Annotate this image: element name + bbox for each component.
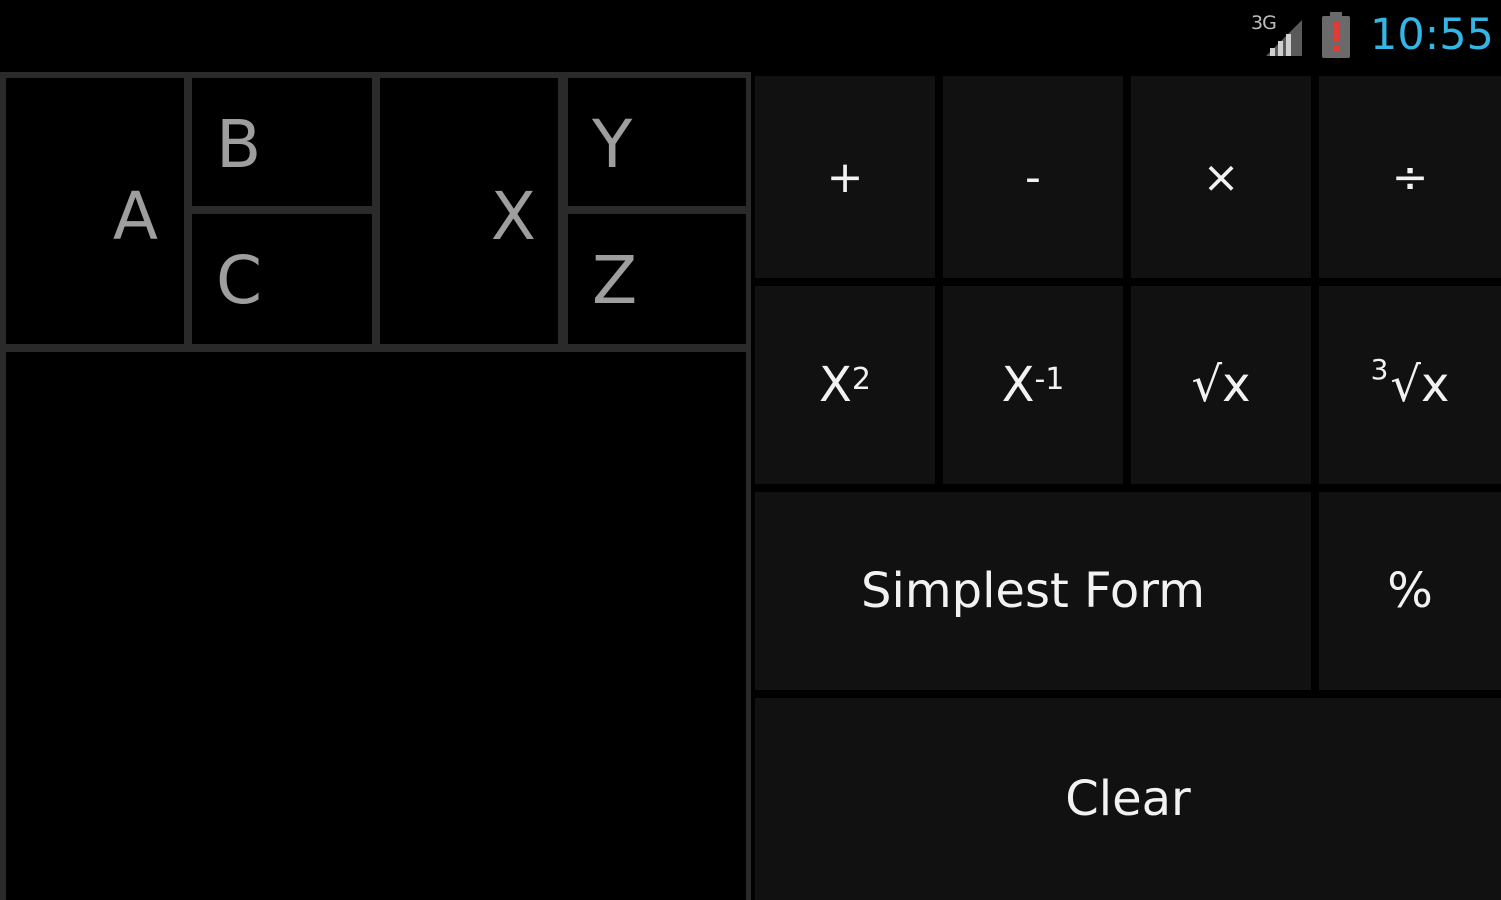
simplest-form-button[interactable]: Simplest Form — [755, 492, 1311, 690]
subtract-label: - — [1025, 151, 1041, 203]
keypad: + - × ÷ X2 X-1 √x 3√x Simplest Form % — [751, 72, 1501, 900]
signal-bars-icon — [1266, 20, 1302, 56]
app-root: 3G 10:55 A B C X Y Z + - × ÷ X 2 X -1 √x… — [0, 0, 1501, 900]
denominator-z-field[interactable]: Z — [568, 214, 746, 344]
percent-button[interactable]: % — [1319, 492, 1501, 690]
divide-label: ÷ — [1391, 151, 1429, 203]
clock: 10:55 — [1370, 10, 1494, 60]
square-exponent: 2 — [851, 361, 871, 397]
cube-root-label: √x — [1390, 357, 1450, 413]
status-bar: 3G 10:55 — [0, 0, 1501, 72]
simplest-form-label: Simplest Form — [861, 563, 1205, 619]
denominator-z-placeholder: Z — [592, 242, 638, 319]
clear-button[interactable]: Clear — [755, 698, 1501, 900]
whole-x-placeholder: X — [490, 178, 536, 255]
percent-label: % — [1387, 563, 1433, 619]
multiply-label: × — [1202, 151, 1240, 203]
cube-root-button[interactable]: 3 √x — [1319, 286, 1501, 484]
whole-x-field[interactable]: X — [380, 78, 558, 344]
square-button[interactable]: X2 — [755, 286, 935, 484]
numerator-b-field[interactable]: B — [192, 78, 372, 206]
square-root-button[interactable]: √x — [1131, 286, 1311, 484]
numerator-b-placeholder: B — [216, 106, 262, 183]
square-root-label: √x — [1191, 357, 1251, 413]
numerator-y-field[interactable]: Y — [568, 78, 746, 206]
reciprocal-base: X — [1001, 357, 1035, 413]
divide-button[interactable]: ÷ — [1319, 76, 1501, 278]
denominator-c-field[interactable]: C — [192, 214, 372, 344]
subtract-button[interactable]: - — [943, 76, 1123, 278]
result-display — [6, 352, 746, 900]
battery-low-icon — [1322, 12, 1350, 58]
numerator-y-placeholder: Y — [592, 106, 633, 183]
multiply-button[interactable]: × — [1131, 76, 1311, 278]
reciprocal-exponent: -1 — [1034, 361, 1065, 397]
add-label: + — [826, 151, 864, 203]
denominator-c-placeholder: C — [216, 242, 263, 319]
cube-root-index: 3 — [1370, 352, 1389, 386]
whole-a-field[interactable]: A — [6, 78, 184, 344]
add-button[interactable]: + — [755, 76, 935, 278]
clear-label: Clear — [1065, 771, 1191, 827]
square-base: X — [819, 357, 852, 413]
reciprocal-button[interactable]: X -1 — [943, 286, 1123, 484]
whole-a-placeholder: A — [112, 178, 158, 255]
fraction-input-panel: A B C X Y Z — [0, 72, 751, 900]
